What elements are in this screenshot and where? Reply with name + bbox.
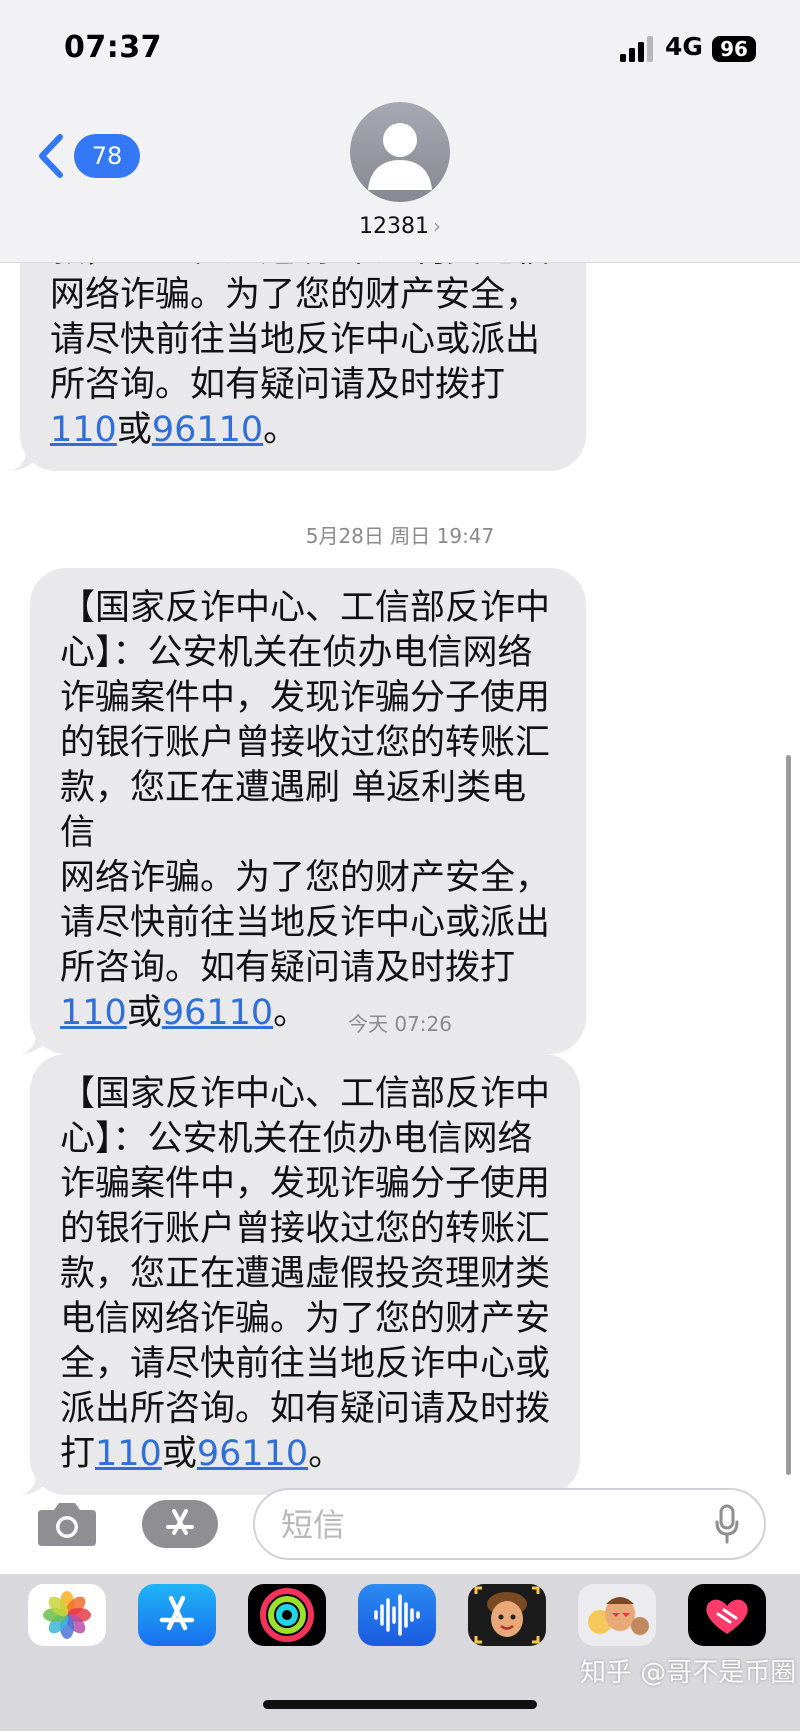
message-line: 【国家反诈中心、工信部反诈中: [60, 588, 551, 628]
message-text: 。: [308, 1434, 344, 1474]
photos-icon-graphic: [43, 1591, 91, 1639]
apps-icon: [166, 1509, 194, 1535]
message-bubble[interactable]: 【国家反诈中心、工信部反诈中 心】：公安机关在侦办电信网络 诈骗案件中，发现诈骗…: [22, 568, 586, 1054]
message-field[interactable]: [253, 1488, 766, 1560]
memoji-icon[interactable]: [468, 1584, 546, 1646]
scrollbar[interactable]: [786, 755, 791, 1475]
message-line: 网络诈骗。为了您的财产安全，: [60, 858, 551, 898]
message-line: 电信网络诈骗。为了您的财产安: [60, 1299, 551, 1339]
watermark: 知乎 @哥不是币圈: [580, 1658, 797, 1688]
digital-touch-icon[interactable]: [688, 1584, 766, 1646]
home-indicator: [263, 1700, 537, 1709]
chevron-left-icon: [39, 134, 63, 178]
bubble-tail: [12, 441, 42, 471]
message-line: 诈骗案件中，发现诈骗分子使用: [60, 678, 551, 718]
app-store-button[interactable]: [142, 1500, 218, 1548]
chevron-right-icon: ›: [433, 214, 441, 238]
message-line: 所咨询。如有疑问请及时拨打: [50, 365, 506, 405]
message-line-last: 110或96110。: [50, 408, 560, 453]
app-store-icon[interactable]: [138, 1584, 216, 1646]
camera-icon[interactable]: [36, 1500, 98, 1548]
status-time: 07:37: [64, 30, 162, 65]
signal-icon: [620, 36, 653, 62]
contact-name: 12381: [359, 214, 429, 239]
message-line: 请尽快前往当地反诈中心或派出: [60, 903, 551, 943]
bubble-tail: [22, 1465, 52, 1495]
message-line: 的银行账户曾接收过您的转账汇: [60, 723, 551, 763]
waveform-glyph: [374, 1594, 420, 1636]
phone-link-96110[interactable]: 96110: [197, 1434, 308, 1474]
message-line: 【国家反诈中心、工信部反诈中: [60, 1074, 551, 1114]
contact-name-button[interactable]: 12381 ›: [0, 214, 800, 239]
timestamp: 5月28日 周日 19:47: [305, 524, 495, 548]
message-bubble[interactable]: 【国家反诈中心、工信部反诈中 心】：公安机关在侦办电信网络 诈骗案件中，发现诈骗…: [22, 1054, 580, 1495]
contact-avatar[interactable]: [350, 102, 450, 202]
message-line: 所咨询。如有疑问请及时拨打: [60, 948, 516, 988]
microphone-icon[interactable]: [714, 1504, 740, 1544]
message-line: 款，您正在遭遇刷 单返利类电信: [60, 768, 527, 853]
phone-link-96110[interactable]: 96110: [152, 410, 263, 450]
person-icon: [368, 123, 432, 190]
message-line: 心】：公安机关在侦办电信网络: [60, 633, 533, 673]
memoji-stickers-icon[interactable]: [578, 1584, 656, 1646]
battery-indicator: 96: [712, 36, 756, 62]
message-text: 或: [116, 410, 152, 450]
message-line-last: 打110或96110。: [60, 1432, 554, 1477]
memoji-stickers-graphic: [588, 1597, 649, 1635]
activity-rings: [260, 1588, 314, 1642]
phone-link-110[interactable]: 110: [95, 1434, 162, 1474]
unread-count-badge: 78: [74, 134, 140, 178]
heart-icon: [706, 1599, 748, 1634]
message-line: 全，请尽快前往当地反诈中心或: [60, 1344, 551, 1384]
network-type: 4G: [665, 32, 703, 61]
message-input[interactable]: [279, 1502, 683, 1548]
message-line: 心】：公安机关在侦办电信网络: [60, 1119, 533, 1159]
message-line: 款，您正在遭遇虚假投资理财类: [60, 1254, 551, 1294]
message-text: 打: [60, 1434, 96, 1474]
message-line: 诈骗案件中，发现诈骗分子使用: [60, 1164, 551, 1204]
photos-icon[interactable]: [28, 1584, 106, 1646]
audio-message-icon[interactable]: [358, 1584, 436, 1646]
conversation-header: 07:37 4G 96 78 12381 ›: [0, 0, 800, 263]
message-line: 请尽快前往当地反诈中心或派出: [50, 320, 541, 360]
timestamp: 今天 07:26: [348, 1012, 452, 1036]
message-text: 或: [161, 1434, 197, 1474]
message-line: 派出所咨询。如有疑问请及时拨: [60, 1389, 551, 1429]
memoji-face: [474, 1586, 540, 1644]
activity-icon[interactable]: [248, 1584, 326, 1646]
phone-link-110[interactable]: 110: [50, 410, 117, 450]
message-line: 网络诈骗。为了您的财产安全，: [50, 275, 541, 315]
app-store-glyph: [159, 1595, 195, 1631]
message-text: 。: [263, 410, 299, 450]
back-button[interactable]: 78: [32, 126, 140, 186]
message-line: 的银行账户曾接收过您的转账汇: [60, 1209, 551, 1249]
